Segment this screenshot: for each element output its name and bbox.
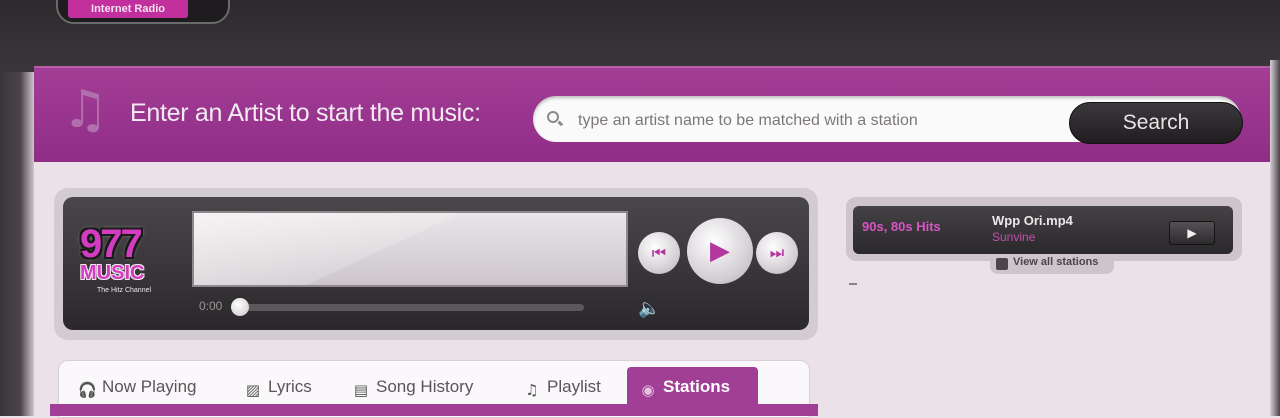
site-logo[interactable]: Internet Radio (56, 0, 230, 24)
search-input[interactable] (576, 106, 1060, 136)
tab-song-history[interactable]: ▤ Song History (352, 371, 473, 403)
play-button[interactable]: ▶ (687, 218, 753, 284)
right-edge (1270, 60, 1280, 416)
station-logo-tagline: The Hitz Channel (96, 287, 152, 294)
radio-signal-icon: ◉ (641, 381, 655, 399)
tab-stations[interactable]: ◉ Stations (627, 367, 758, 407)
site-logo-text: Internet Radio (68, 0, 188, 18)
widget-play-button[interactable]: ▶ (1169, 221, 1215, 245)
previous-icon: ⏮ (651, 243, 667, 262)
player-display (192, 211, 628, 287)
next-button[interactable]: ⏭ (756, 232, 798, 274)
next-icon: ⏭ (769, 243, 785, 262)
progress-handle[interactable] (231, 298, 249, 316)
widget-station-name[interactable]: 90s, 80s Hits (862, 219, 941, 234)
tab-lyrics-label: Lyrics (268, 377, 312, 396)
station-logo-number: 977 (80, 222, 143, 266)
left-edge (0, 72, 34, 416)
widget-track-title: Wpp Ori.mp4 (992, 213, 1073, 228)
divider (849, 283, 857, 285)
play-icon: ▶ (710, 236, 730, 266)
music-note-icon: ♫ (62, 80, 109, 140)
search-button[interactable]: Search (1069, 102, 1243, 144)
time-elapsed: 0:00 (199, 299, 223, 313)
view-all-stations-label[interactable]: View all stations (1013, 256, 1098, 268)
tab-playlist-label: Playlist (547, 377, 601, 396)
station-logo-word: MUSIC (80, 262, 145, 284)
tab-playlist[interactable]: ♫ Playlist (523, 371, 601, 403)
widget-track-artist: Sunvine (992, 230, 1036, 244)
image-icon: ▨ (245, 381, 261, 399)
tab-now-playing[interactable]: 🎧 Now Playing (78, 371, 197, 403)
search-icon (547, 111, 559, 123)
progress-bar[interactable] (232, 304, 584, 311)
volume-icon[interactable]: 🔈 (638, 297, 664, 321)
tab-lyrics[interactable]: ▨ Lyrics (244, 371, 312, 403)
history-icon: ▤ (353, 381, 369, 399)
search-prompt: Enter an Artist to start the music: (130, 99, 481, 127)
tab-song-history-label: Song History (376, 377, 474, 396)
previous-button[interactable]: ⏮ (638, 232, 680, 274)
tab-now-playing-label: Now Playing (102, 377, 197, 396)
tab-stations-label: Stations (663, 377, 731, 396)
headphones-icon: 🎧 (78, 381, 97, 399)
play-icon: ▶ (1187, 226, 1197, 240)
music-note-icon: ♫ (525, 381, 539, 399)
list-icon (996, 258, 1008, 270)
